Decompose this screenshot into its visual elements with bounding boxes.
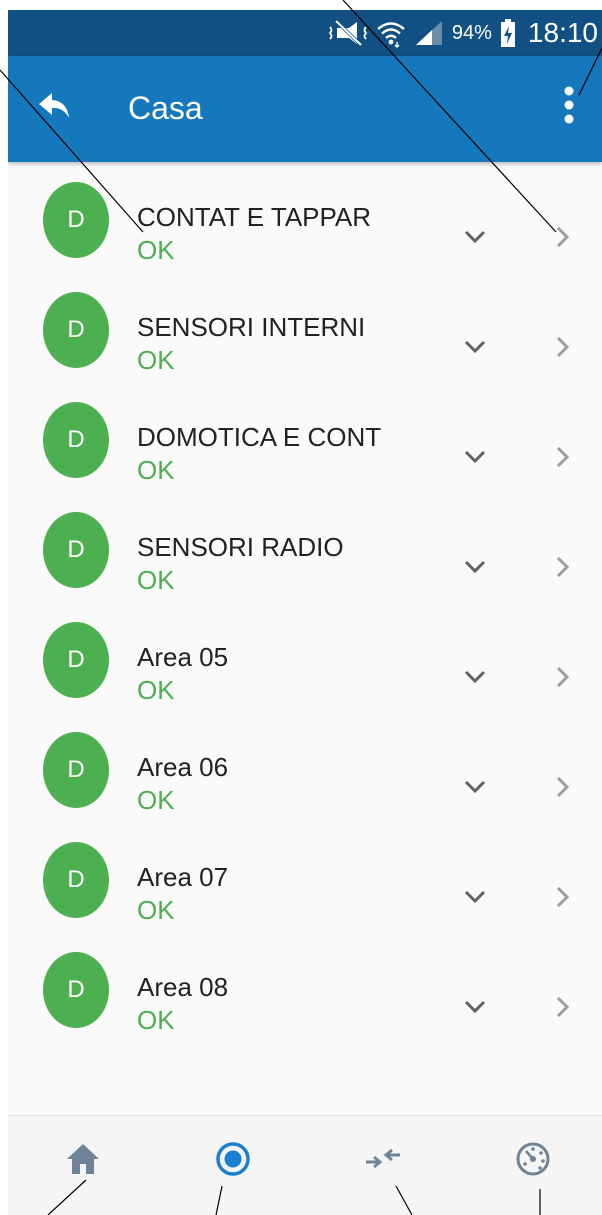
- chevron-down-icon: [463, 449, 487, 470]
- arrows-converge-icon: [363, 1144, 403, 1179]
- area-avatar: D: [43, 842, 109, 918]
- area-row[interactable]: D DOMOTICA E CONT OK: [8, 382, 602, 492]
- wifi-icon: [376, 18, 406, 48]
- open-area-button[interactable]: [548, 994, 578, 1024]
- status-bar: 94% 18:10: [8, 10, 602, 56]
- overflow-menu-button[interactable]: [554, 82, 584, 132]
- open-area-button[interactable]: [548, 884, 578, 914]
- phone-screen: 94% 18:10 Casa D CONTAT E TAPPAR OK D SE…: [8, 10, 602, 1215]
- area-avatar: D: [43, 512, 109, 588]
- area-row[interactable]: D Area 08 OK: [8, 932, 602, 1042]
- area-status: OK: [137, 345, 175, 375]
- reply-arrow-icon: [37, 91, 71, 126]
- area-row[interactable]: D SENSORI RADIO OK: [8, 492, 602, 602]
- nav-areas-button[interactable]: [208, 1136, 258, 1186]
- open-area-button[interactable]: [548, 664, 578, 694]
- expand-button[interactable]: [460, 444, 490, 474]
- chevron-down-icon: [463, 999, 487, 1020]
- area-name: DOMOTICA E CONT: [137, 422, 382, 452]
- area-row[interactable]: D CONTAT E TAPPAR OK: [8, 162, 602, 272]
- area-name: Area 07: [137, 862, 229, 892]
- expand-button[interactable]: [460, 884, 490, 914]
- area-status: OK: [137, 235, 175, 265]
- area-avatar: D: [43, 952, 109, 1028]
- vibrate-mute-icon: [328, 19, 368, 47]
- more-vert-icon: [563, 85, 575, 130]
- area-row[interactable]: D Area 07 OK: [8, 822, 602, 932]
- area-name: CONTAT E TAPPAR: [137, 202, 372, 232]
- chevron-down-icon: [463, 229, 487, 250]
- speedometer-icon: [514, 1140, 552, 1183]
- chevron-right-icon: [555, 445, 571, 474]
- area-avatar: D: [43, 292, 109, 368]
- area-name: SENSORI RADIO: [137, 532, 344, 562]
- bottom-navigation: [8, 1115, 602, 1215]
- app-bar: Casa: [8, 56, 602, 162]
- area-name: Area 06: [137, 752, 229, 782]
- back-button[interactable]: [32, 86, 76, 130]
- area-status: OK: [137, 565, 175, 595]
- expand-button[interactable]: [460, 994, 490, 1024]
- chevron-right-icon: [555, 775, 571, 804]
- expand-button[interactable]: [460, 774, 490, 804]
- chevron-down-icon: [463, 889, 487, 910]
- chevron-right-icon: [555, 885, 571, 914]
- battery-percent: 94%: [451, 21, 492, 44]
- area-avatar: D: [43, 402, 109, 478]
- chevron-down-icon: [463, 669, 487, 690]
- page-title: Casa: [128, 90, 203, 126]
- chevron-down-icon: [463, 559, 487, 580]
- chevron-down-icon: [463, 339, 487, 360]
- open-area-button[interactable]: [548, 334, 578, 364]
- chevron-right-icon: [555, 225, 571, 254]
- area-list: D CONTAT E TAPPAR OK D SENSORI INTERNI O…: [8, 162, 602, 1042]
- area-row[interactable]: D Area 05 OK: [8, 602, 602, 712]
- radio-target-icon: [213, 1139, 253, 1184]
- nav-home-button[interactable]: [58, 1136, 108, 1186]
- chevron-right-icon: [555, 335, 571, 364]
- open-area-button[interactable]: [548, 554, 578, 584]
- battery-charging-icon: [500, 18, 516, 48]
- chevron-right-icon: [555, 665, 571, 694]
- open-area-button[interactable]: [548, 224, 578, 254]
- clock: 18:10: [527, 17, 598, 48]
- nav-gauge-button[interactable]: [508, 1136, 558, 1186]
- area-name: SENSORI INTERNI: [137, 312, 366, 342]
- expand-button[interactable]: [460, 224, 490, 254]
- signal-icon: [414, 19, 444, 47]
- area-row[interactable]: D Area 06 OK: [8, 712, 602, 822]
- area-name: Area 08: [137, 972, 229, 1002]
- nav-merge-button[interactable]: [358, 1136, 408, 1186]
- status-icons: 94% 18:10: [328, 10, 598, 56]
- home-icon: [65, 1142, 101, 1181]
- area-name: Area 05: [137, 642, 229, 672]
- area-status: OK: [137, 675, 175, 705]
- expand-button[interactable]: [460, 554, 490, 584]
- open-area-button[interactable]: [548, 444, 578, 474]
- area-status: OK: [137, 1005, 175, 1035]
- open-area-button[interactable]: [548, 774, 578, 804]
- area-status: OK: [137, 785, 175, 815]
- area-row[interactable]: D SENSORI INTERNI OK: [8, 272, 602, 382]
- chevron-right-icon: [555, 555, 571, 584]
- chevron-right-icon: [555, 995, 571, 1024]
- expand-button[interactable]: [460, 664, 490, 694]
- area-avatar: D: [43, 182, 109, 258]
- area-status: OK: [137, 455, 175, 485]
- area-avatar: D: [43, 622, 109, 698]
- area-status: OK: [137, 895, 175, 925]
- chevron-down-icon: [463, 779, 487, 800]
- area-avatar: D: [43, 732, 109, 808]
- expand-button[interactable]: [460, 334, 490, 364]
